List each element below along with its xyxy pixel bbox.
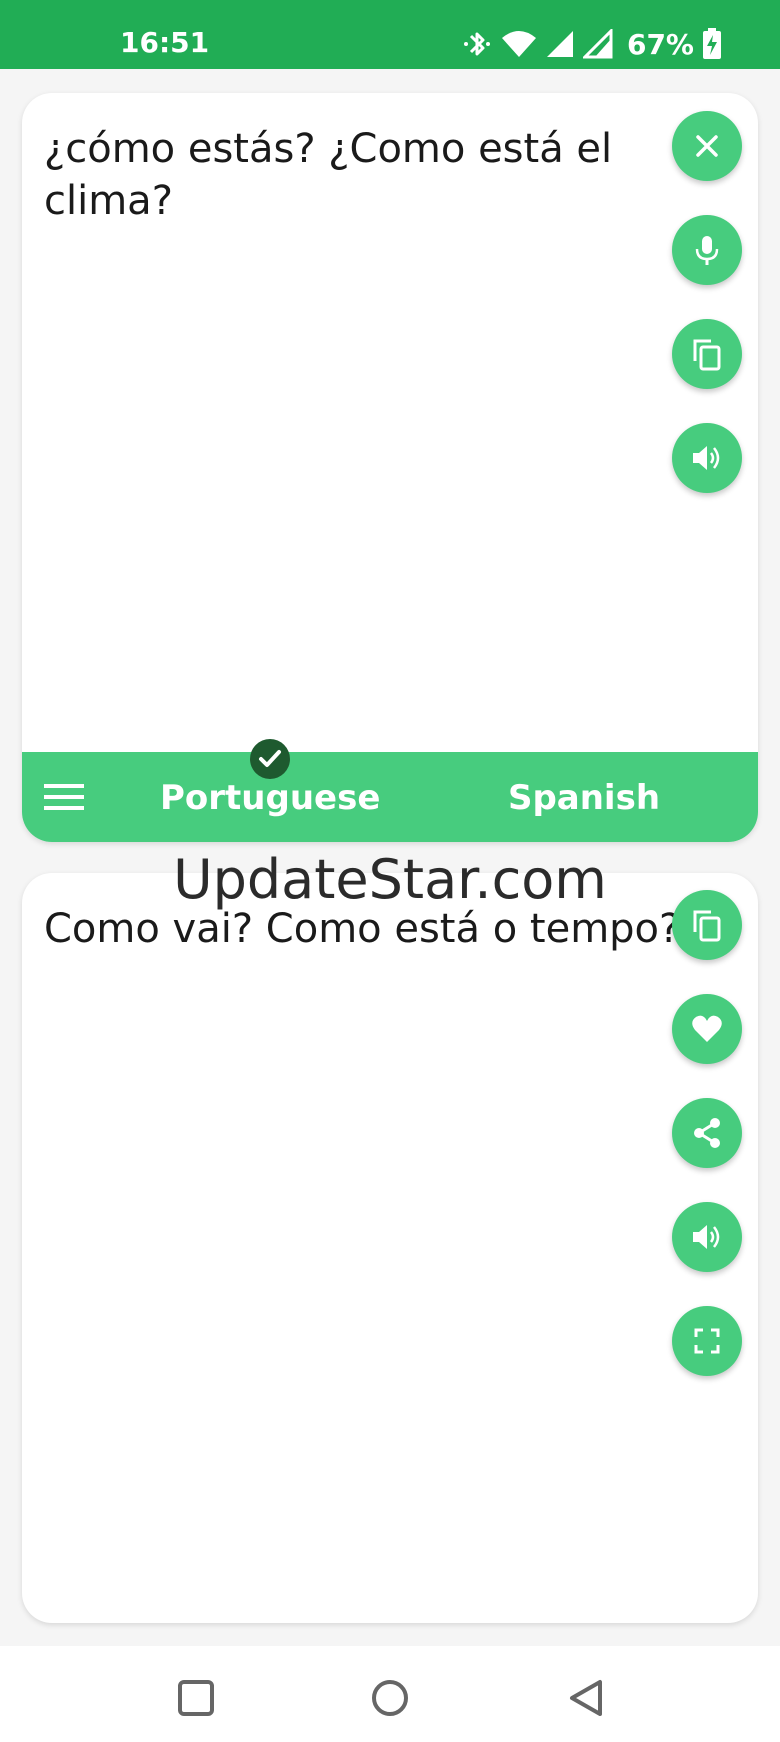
bluetooth-icon — [463, 27, 493, 61]
favorite-button[interactable] — [672, 994, 742, 1064]
source-text-input[interactable]: ¿cómo estás? ¿Como está el clima? — [44, 123, 644, 227]
system-navigation-bar — [0, 1646, 780, 1742]
clear-button[interactable] — [672, 111, 742, 181]
speak-translation-button[interactable] — [672, 1202, 742, 1272]
language-bar: Portuguese Spanish — [22, 752, 758, 842]
status-time: 16:51 — [120, 26, 210, 59]
translation-card: Como vai? Como está o tempo? — [22, 873, 758, 1623]
battery-charging-icon — [702, 28, 722, 60]
copy-icon — [691, 337, 723, 371]
status-icons: 67% — [463, 26, 722, 62]
recent-apps-icon[interactable] — [174, 1676, 218, 1720]
watermark: UpdateStar.com — [173, 848, 607, 911]
speaker-icon — [691, 1222, 723, 1252]
speaker-icon — [691, 443, 723, 473]
battery-percent: 67% — [626, 27, 694, 61]
source-language-selector[interactable]: Portuguese — [160, 778, 380, 818]
signal-icon — [545, 29, 575, 59]
signal-icon — [582, 29, 613, 59]
heart-icon — [691, 1014, 723, 1044]
wifi-icon — [501, 29, 537, 59]
speak-source-button[interactable] — [672, 423, 742, 493]
fullscreen-icon — [693, 1327, 721, 1355]
fullscreen-button[interactable] — [672, 1306, 742, 1376]
copy-icon — [691, 908, 723, 942]
share-button[interactable] — [672, 1098, 742, 1168]
copy-button[interactable] — [672, 319, 742, 389]
microphone-icon — [693, 234, 721, 266]
source-card: ¿cómo estás? ¿Como está el clima? Portug… — [22, 93, 758, 842]
microphone-button[interactable] — [672, 215, 742, 285]
back-icon[interactable] — [564, 1676, 608, 1720]
share-icon — [691, 1117, 723, 1149]
home-icon[interactable] — [368, 1676, 412, 1720]
target-language-selector[interactable]: Spanish — [494, 778, 674, 818]
menu-icon[interactable] — [44, 778, 84, 816]
status-bar: 16:51 67% — [0, 0, 780, 69]
clear-icon — [693, 132, 721, 160]
check-icon — [250, 739, 290, 779]
